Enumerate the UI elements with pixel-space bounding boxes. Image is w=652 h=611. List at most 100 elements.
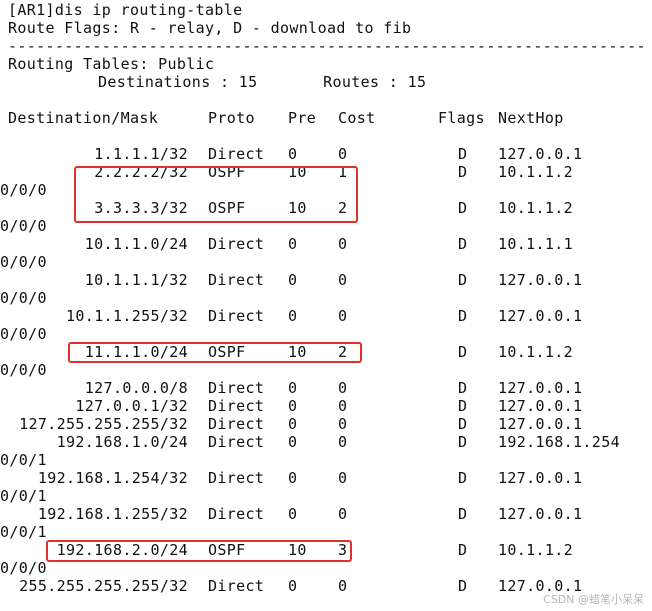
route-row: 192.168.1.0/24 Direct 0 0 D 192.168.1.254 bbox=[8, 433, 648, 451]
route-destination: 1.1.1.1/32 bbox=[94, 145, 188, 163]
route-nexthop: 127.0.0.1 bbox=[498, 505, 583, 523]
route-destination: 192.168.1.254/32 bbox=[37, 469, 188, 487]
route-nexthop: 10.1.1.1 bbox=[498, 235, 574, 253]
col-flags: Flags bbox=[438, 109, 485, 127]
route-proto: Direct bbox=[208, 469, 265, 487]
route-nexthop: 127.0.0.1 bbox=[498, 397, 583, 415]
route-flags: D bbox=[458, 469, 468, 487]
route-nexthop: 10.1.1.2 bbox=[498, 343, 574, 361]
route-cost: 0 bbox=[338, 415, 348, 433]
route-cost: 0 bbox=[338, 271, 348, 289]
route-destination: 192.168.1.255/32 bbox=[37, 505, 188, 523]
route-proto: Direct bbox=[208, 397, 265, 415]
route-proto: Direct bbox=[208, 505, 265, 523]
route-row: 127.0.0.1/32 Direct 0 0 D 127.0.0.1 bbox=[8, 397, 648, 415]
route-cost: 0 bbox=[338, 433, 348, 451]
command-line: [AR1]dis ip routing-table bbox=[8, 1, 243, 19]
highlight-box-ospf-2 bbox=[68, 342, 362, 363]
route-flags: D bbox=[458, 433, 468, 451]
route-destination: 10.1.1.0/24 bbox=[84, 235, 188, 253]
route-row: 10.1.1.255/32 Direct 0 0 D 127.0.0.1 bbox=[8, 307, 648, 325]
route-interface: 0/0/0 bbox=[0, 217, 47, 235]
route-nexthop: 127.0.0.1 bbox=[498, 469, 583, 487]
route-cost: 0 bbox=[338, 505, 348, 523]
route-flags: D bbox=[458, 415, 468, 433]
route-cost: 0 bbox=[338, 145, 348, 163]
route-flags: D bbox=[458, 505, 468, 523]
route-nexthop: 10.1.1.2 bbox=[498, 541, 574, 559]
route-cost: 0 bbox=[338, 397, 348, 415]
route-row: 192.168.1.254/32 Direct 0 0 D 127.0.0.1 bbox=[8, 469, 648, 487]
route-flags: D bbox=[458, 397, 468, 415]
route-interface: 0/0/1 bbox=[0, 451, 47, 469]
route-cost: 0 bbox=[338, 235, 348, 253]
route-proto: Direct bbox=[208, 415, 265, 433]
route-nexthop: 127.0.0.1 bbox=[498, 307, 583, 325]
route-flags: D bbox=[458, 577, 468, 595]
route-row: 127.0.0.0/8 Direct 0 0 D 127.0.0.1 bbox=[8, 379, 648, 397]
col-proto: Proto bbox=[208, 109, 255, 127]
route-nexthop: 10.1.1.2 bbox=[498, 163, 574, 181]
route-cost: 0 bbox=[338, 469, 348, 487]
route-cost: 0 bbox=[338, 379, 348, 397]
route-pre: 0 bbox=[288, 379, 298, 397]
route-pre: 0 bbox=[288, 415, 298, 433]
route-proto: Direct bbox=[208, 307, 265, 325]
column-headers: Destination/Mask Proto Pre Cost Flags Ne… bbox=[8, 109, 648, 127]
route-destination: 10.1.1.255/32 bbox=[66, 307, 188, 325]
route-proto: Direct bbox=[208, 235, 265, 253]
route-proto: Direct bbox=[208, 577, 265, 595]
route-pre: 0 bbox=[288, 271, 298, 289]
route-destination: 192.168.1.0/24 bbox=[56, 433, 188, 451]
route-proto: Direct bbox=[208, 271, 265, 289]
col-pre: Pre bbox=[288, 109, 317, 127]
route-nexthop: 127.0.0.1 bbox=[498, 415, 583, 433]
route-row: 127.255.255.255/32 Direct 0 0 D 127.0.0.1 bbox=[8, 415, 648, 433]
route-row: 10.1.1.1/32 Direct 0 0 D 127.0.0.1 bbox=[8, 271, 648, 289]
route-pre: 0 bbox=[288, 235, 298, 253]
route-proto: Direct bbox=[208, 433, 265, 451]
route-pre: 0 bbox=[288, 577, 298, 595]
col-nexthop: NextHop bbox=[498, 109, 564, 127]
route-destination: 255.255.255.255/32 bbox=[19, 577, 188, 595]
route-interface: 0/0/0 bbox=[0, 289, 47, 307]
route-flags: D bbox=[458, 271, 468, 289]
route-interface: 0/0/0 bbox=[0, 559, 47, 577]
route-pre: 0 bbox=[288, 433, 298, 451]
route-nexthop: 10.1.1.2 bbox=[498, 199, 574, 217]
route-flags: D bbox=[458, 379, 468, 397]
route-flags: D bbox=[458, 307, 468, 325]
route-row: 10.1.1.0/24 Direct 0 0 D 10.1.1.1 bbox=[8, 235, 648, 253]
route-nexthop: 127.0.0.1 bbox=[498, 145, 583, 163]
route-nexthop: 127.0.0.1 bbox=[498, 379, 583, 397]
route-cost: 0 bbox=[338, 307, 348, 325]
route-flags: D bbox=[458, 541, 468, 559]
route-row: 192.168.1.255/32 Direct 0 0 D 127.0.0.1 bbox=[8, 505, 648, 523]
route-row: 1.1.1.1/32 Direct 0 0 D 127.0.0.1 bbox=[8, 145, 648, 163]
col-destination: Destination/Mask bbox=[8, 109, 159, 127]
route-nexthop: 127.0.0.1 bbox=[498, 271, 583, 289]
separator-line: ----------------------------------------… bbox=[8, 37, 648, 55]
flags-legend: Route Flags: R - relay, D - download to … bbox=[8, 19, 412, 37]
route-interface: 0/0/0 bbox=[0, 361, 47, 379]
route-destination: 10.1.1.1/32 bbox=[84, 271, 188, 289]
route-interface: 0/0/1 bbox=[0, 487, 47, 505]
route-proto: Direct bbox=[208, 379, 265, 397]
route-pre: 0 bbox=[288, 145, 298, 163]
route-interface: 0/0/0 bbox=[0, 325, 47, 343]
route-flags: D bbox=[458, 235, 468, 253]
route-pre: 0 bbox=[288, 397, 298, 415]
routing-summary: Destinations : 15 Routes : 15 bbox=[98, 73, 427, 91]
route-pre: 0 bbox=[288, 307, 298, 325]
route-interface: 0/0/1 bbox=[0, 523, 47, 541]
route-destination: 127.255.255.255/32 bbox=[19, 415, 188, 433]
route-interface: 0/0/0 bbox=[0, 253, 47, 271]
route-cost: 0 bbox=[338, 577, 348, 595]
highlight-box-ospf-1 bbox=[74, 166, 358, 223]
highlight-box-ospf-3 bbox=[46, 540, 352, 562]
route-pre: 0 bbox=[288, 505, 298, 523]
watermark-text: CSDN @蜡笔小呆呆 bbox=[543, 593, 644, 606]
route-pre: 0 bbox=[288, 469, 298, 487]
route-destination: 127.0.0.0/8 bbox=[84, 379, 188, 397]
col-cost: Cost bbox=[338, 109, 376, 127]
